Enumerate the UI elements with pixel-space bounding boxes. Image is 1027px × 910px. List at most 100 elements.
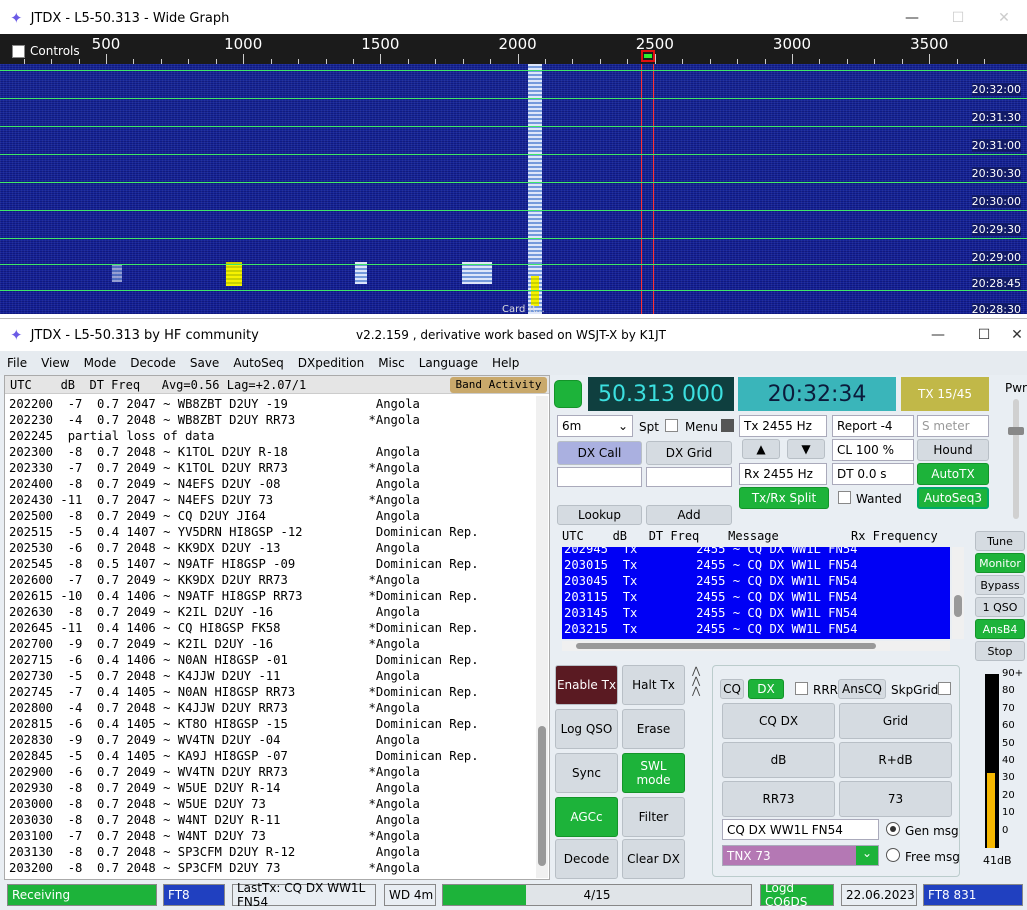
ansb4-button[interactable]: AnsB4	[975, 619, 1025, 639]
menu-mode[interactable]: Mode	[77, 356, 124, 370]
db-button[interactable]: dB	[722, 742, 835, 778]
hound-button[interactable]: Hound	[917, 439, 989, 461]
decode-row[interactable]: 202400 -8 0.7 2049 ~ N4EFS D2UY -08 Ango…	[9, 476, 539, 492]
autoseq3-button[interactable]: AutoSeq3	[917, 487, 989, 509]
decode-row[interactable]: 202245 partial loss of data	[9, 428, 539, 444]
tx-list-scrollbar[interactable]	[952, 547, 964, 639]
decode-row[interactable]: 203030 -8 0.7 2048 ~ W4NT D2UY R-11 Ango…	[9, 812, 539, 828]
close-icon[interactable]: ✕	[981, 10, 1027, 26]
tune-button[interactable]: Tune	[975, 531, 1025, 551]
decode-row[interactable]: 202815 -6 0.4 1405 ~ KT8O HI8GSP -15 Dom…	[9, 716, 539, 732]
maximize-icon[interactable]: ☐	[961, 327, 1007, 343]
free-msg-radio[interactable]	[886, 848, 900, 862]
menu-autoseq[interactable]: AutoSeq	[226, 356, 290, 370]
decode-row[interactable]: 203200 -8 0.7 2048 ~ SP3CFM D2UY 73 *Ang…	[9, 860, 539, 876]
decode-row[interactable]: 203100 -7 0.7 2048 ~ W4NT D2UY 73 *Angol…	[9, 828, 539, 844]
decode-row[interactable]: 202930 -8 0.7 2049 ~ W5UE D2UY R-14 Ango…	[9, 780, 539, 796]
erase-button[interactable]: Erase	[622, 709, 685, 749]
menu-help[interactable]: Help	[485, 356, 526, 370]
menu-checkbox[interactable]	[721, 419, 734, 432]
decode-row[interactable]: 202615 -10 0.4 1406 ~ N9ATF HI8GSP RR73 …	[9, 588, 539, 604]
decode-list[interactable]: 202200 -7 0.7 2047 ~ WB8ZBT D2UY -19 Ang…	[9, 396, 539, 876]
tx-row[interactable]: 203115 Tx 2455 ~ CQ DX WW1L FN54	[562, 589, 950, 605]
close-icon[interactable]: ✕	[1007, 327, 1027, 343]
decode-row[interactable]: 202700 -9 0.7 2049 ~ K2IL D2UY -16 *Ango…	[9, 636, 539, 652]
dx-grid-button[interactable]: DX Grid	[646, 441, 732, 465]
wanted-checkbox[interactable]	[838, 491, 851, 504]
band-select[interactable]: 6m ⌄	[557, 415, 633, 437]
tx-row[interactable]: 203015 Tx 2455 ~ CQ DX WW1L FN54	[562, 557, 950, 573]
frequency-ruler[interactable]: Controls 500 1000 1500 2000 2500 3000 3500	[0, 34, 1027, 64]
minimize-icon[interactable]: —	[889, 10, 935, 26]
decode-row[interactable]: 202430 -11 0.7 2047 ~ N4EFS D2UY 73 *Ang…	[9, 492, 539, 508]
tx-list-hscroll[interactable]	[562, 641, 950, 651]
1-qso-button[interactable]: 1 QSO	[975, 597, 1025, 617]
log-qso-button[interactable]: Log QSO	[555, 709, 618, 749]
gen-msg-radio[interactable]	[886, 822, 900, 836]
decode-row[interactable]: 202530 -6 0.7 2048 ~ KK9DX D2UY -13 Ango…	[9, 540, 539, 556]
maximize-icon[interactable]: ☐	[935, 10, 981, 26]
decode-row[interactable]: 202230 -4 0.7 2048 ~ WB8ZBT D2UY RR73 *A…	[9, 412, 539, 428]
decode-row[interactable]: 202800 -4 0.7 2048 ~ K4JJW D2UY RR73 *An…	[9, 700, 539, 716]
menu-language[interactable]: Language	[412, 356, 485, 370]
tx-row[interactable]: 203215 Tx 2455 ~ CQ DX WW1L FN54	[562, 621, 950, 637]
rr73-button[interactable]: RR73	[722, 781, 835, 817]
menu-misc[interactable]: Misc	[371, 356, 412, 370]
dx-call-input[interactable]	[557, 467, 642, 487]
tx-frequency-field[interactable]: Tx 2455 Hz	[739, 415, 827, 437]
decode-row[interactable]: 202730 -5 0.7 2048 ~ K4JJW D2UY -11 Ango…	[9, 668, 539, 684]
tx-freq-up-button[interactable]: ▲	[742, 439, 780, 459]
grid-button[interactable]: Grid	[839, 703, 952, 739]
decode-row[interactable]: 202715 -6 0.4 1406 ~ N0AN HI8GSP -01 Dom…	[9, 652, 539, 668]
pwr-slider[interactable]	[1008, 399, 1024, 519]
controls-toggle[interactable]: Controls	[12, 44, 80, 58]
decode-button[interactable]: Decode	[555, 839, 618, 879]
cl-field[interactable]: CL 100 %	[832, 439, 914, 461]
spt-checkbox[interactable]	[665, 419, 678, 432]
halt-tx-button[interactable]: Halt Tx	[622, 665, 685, 705]
menu-dxpedition[interactable]: DXpedition	[291, 356, 371, 370]
decode-row[interactable]: 203130 -8 0.7 2048 ~ SP3CFM D2UY R-12 An…	[9, 844, 539, 860]
cq-dx-button[interactable]: CQ DX	[722, 703, 835, 739]
dx-button[interactable]: DX	[748, 679, 784, 699]
dx-call-button[interactable]: DX Call	[557, 441, 642, 465]
tx-row[interactable]: 203145 Tx 2455 ~ CQ DX WW1L FN54	[562, 605, 950, 621]
decode-row[interactable]: 202200 -7 0.7 2047 ~ WB8ZBT D2UY -19 Ang…	[9, 396, 539, 412]
enable-tx-button[interactable]: Enable Tx	[555, 665, 618, 705]
s-meter-field[interactable]: S meter	[917, 415, 989, 437]
sync-button[interactable]: Sync	[555, 753, 618, 793]
decode-row[interactable]: 202515 -5 0.4 1407 ~ YV5DRN HI8GSP -12 D…	[9, 524, 539, 540]
tx-rx-split-button[interactable]: Tx/Rx Split	[739, 487, 829, 509]
menu-view[interactable]: View	[34, 356, 76, 370]
decode-row[interactable]: 202845 -5 0.4 1405 ~ KA9J HI8GSP -07 Dom…	[9, 748, 539, 764]
autotx-button[interactable]: AutoTX	[917, 463, 989, 485]
add-button[interactable]: Add	[646, 505, 732, 525]
decode-row[interactable]: 202630 -8 0.7 2049 ~ K2IL D2UY -16 Angol…	[9, 604, 539, 620]
73-button[interactable]: 73	[839, 781, 952, 817]
tx-row[interactable]: 203045 Tx 2455 ~ CQ DX WW1L FN54	[562, 573, 950, 589]
decode-row[interactable]: 202830 -9 0.7 2049 ~ WV4TN D2UY -04 Ango…	[9, 732, 539, 748]
decode-row[interactable]: 202645 -11 0.4 1406 ~ CQ HI8GSP FK58 *Do…	[9, 620, 539, 636]
cq-button[interactable]: CQ	[720, 679, 744, 699]
band-activity-label[interactable]: Band Activity	[450, 377, 547, 393]
rx-frequency-field[interactable]: Rx 2455 Hz	[739, 463, 827, 485]
decode-row[interactable]: 202545 -8 0.5 1407 ~ N9ATF HI8GSP -09 Do…	[9, 556, 539, 572]
tx-row[interactable]: 202945 Tx 2455 ~ CQ DX WW1L FN54	[562, 547, 950, 557]
dx-grid-input[interactable]	[646, 467, 732, 487]
controls-checkbox[interactable]	[12, 44, 25, 58]
tx-history-list[interactable]: 202945 Tx 2455 ~ CQ DX WW1L FN54 203015 T…	[562, 547, 950, 639]
tab-arrows-icon[interactable]: ⋀ ⋀ ⋀	[692, 667, 700, 697]
minimize-icon[interactable]: —	[915, 327, 961, 343]
report-field[interactable]: Report -4	[832, 415, 914, 437]
rrr-checkbox[interactable]	[795, 682, 808, 695]
dt-field[interactable]: DT 0.0 s	[832, 463, 914, 485]
stop-button[interactable]: Stop	[975, 641, 1025, 661]
monitor-button[interactable]: Monitor	[975, 553, 1025, 573]
agcc-button[interactable]: AGCc	[555, 797, 618, 837]
decode-row[interactable]: 202900 -6 0.7 2049 ~ WV4TN D2UY RR73 *An…	[9, 764, 539, 780]
tx-marker[interactable]	[641, 50, 655, 62]
lookup-button[interactable]: Lookup	[557, 505, 642, 525]
swl-mode-button[interactable]: SWL mode	[622, 753, 685, 793]
bypass-button[interactable]: Bypass	[975, 575, 1025, 595]
decode-row[interactable]: 202500 -8 0.7 2049 ~ CQ D2UY JI64 Angola	[9, 508, 539, 524]
